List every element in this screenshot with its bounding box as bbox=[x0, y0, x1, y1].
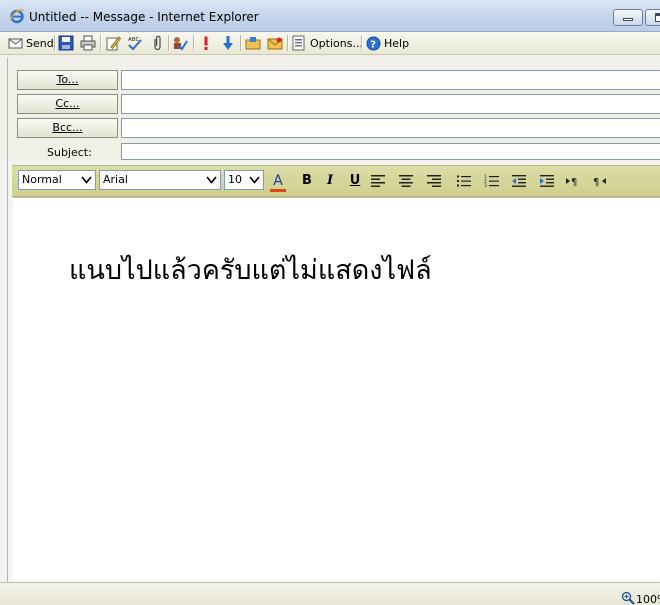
align-left-icon[interactable] bbox=[370, 174, 386, 188]
toolbar-separator bbox=[168, 35, 170, 51]
spellcheck-icon[interactable]: ABC bbox=[127, 35, 143, 51]
importance-low-icon[interactable] bbox=[220, 35, 236, 51]
font-color-swatch bbox=[270, 189, 286, 192]
zoom-level[interactable]: 100% bbox=[636, 593, 660, 605]
options-button[interactable]: Options... bbox=[292, 34, 363, 52]
send-icon bbox=[8, 38, 23, 49]
paragraph-style-value: Normal bbox=[22, 173, 62, 186]
font-size-select[interactable]: 10 bbox=[224, 170, 264, 190]
format-toolbar: Normal Arial 10 A B I U 1 2 3 ¶ ¶ bbox=[12, 165, 660, 197]
send-label: Send bbox=[26, 36, 54, 50]
address-book-icon[interactable] bbox=[245, 35, 261, 51]
bold-button[interactable]: B bbox=[297, 172, 317, 190]
bcc-button[interactable]: Bcc... bbox=[17, 118, 118, 138]
svg-text:3: 3 bbox=[484, 183, 487, 188]
toolbar-separator bbox=[287, 35, 289, 51]
save-icon[interactable] bbox=[58, 35, 74, 51]
toolbar-separator bbox=[100, 35, 102, 51]
cc-button[interactable]: Cc... bbox=[17, 94, 118, 114]
maximize-button[interactable] bbox=[645, 9, 660, 26]
rtl-direction-icon[interactable]: ¶ bbox=[592, 174, 608, 188]
chevron-down-icon bbox=[81, 176, 92, 184]
increase-indent-icon[interactable] bbox=[539, 174, 555, 188]
print-icon[interactable] bbox=[80, 35, 96, 51]
to-label: To... bbox=[56, 73, 79, 86]
options-label: Options... bbox=[310, 36, 363, 50]
paragraph-style-select[interactable]: Normal bbox=[18, 170, 96, 190]
font-family-select[interactable]: Arial bbox=[99, 170, 221, 190]
internet-explorer-icon bbox=[9, 9, 25, 24]
help-button[interactable]: ? Help bbox=[366, 34, 409, 52]
svg-text:?: ? bbox=[370, 39, 376, 50]
underline-button[interactable]: U bbox=[345, 172, 365, 190]
window-title: Untitled -- Message - Internet Explorer bbox=[29, 10, 259, 24]
toolbar-separator bbox=[193, 35, 195, 51]
cc-label: Cc... bbox=[55, 97, 80, 110]
numbered-list-icon[interactable]: 1 2 3 bbox=[484, 174, 500, 188]
italic-button[interactable]: I bbox=[320, 172, 340, 190]
minimize-button[interactable] bbox=[613, 9, 643, 26]
message-body-text: แนบไปแล้วครับแต่ไม่แสดงไฟล์ bbox=[69, 255, 432, 286]
font-family-value: Arial bbox=[103, 173, 128, 186]
font-size-value: 10 bbox=[228, 173, 242, 186]
send-button[interactable]: Send bbox=[8, 34, 54, 52]
zoom-icon[interactable] bbox=[621, 591, 635, 605]
align-right-icon[interactable] bbox=[426, 174, 442, 188]
to-field[interactable] bbox=[121, 70, 660, 90]
maximize-icon bbox=[655, 13, 660, 22]
message-toolbar: Send ABC Options... ? Help bbox=[0, 32, 660, 55]
importance-high-icon[interactable] bbox=[198, 35, 214, 51]
options-icon bbox=[292, 35, 305, 51]
to-button[interactable]: To... bbox=[17, 70, 118, 90]
toolbar-separator bbox=[54, 35, 56, 51]
cc-field[interactable] bbox=[121, 94, 660, 114]
chevron-down-icon bbox=[206, 176, 217, 184]
message-window: Untitled -- Message - Internet Explorer … bbox=[0, 0, 660, 605]
bcc-field[interactable] bbox=[121, 118, 660, 138]
svg-text:¶: ¶ bbox=[571, 177, 577, 188]
envelope-icon[interactable] bbox=[267, 35, 283, 51]
toolbar-separator bbox=[361, 35, 363, 51]
attach-icon[interactable] bbox=[149, 35, 165, 51]
font-color-button[interactable]: A bbox=[268, 172, 288, 192]
minimize-icon bbox=[623, 18, 633, 21]
window-left-edge bbox=[7, 58, 8, 603]
svg-text:¶: ¶ bbox=[593, 177, 599, 188]
svg-text:ABC: ABC bbox=[128, 37, 139, 43]
chevron-down-icon bbox=[249, 176, 260, 184]
help-label: Help bbox=[384, 36, 410, 50]
check-names-icon[interactable] bbox=[172, 35, 188, 51]
decrease-indent-icon[interactable] bbox=[511, 174, 527, 188]
status-bar: 100% bbox=[0, 582, 660, 605]
message-body-editor[interactable]: แนบไปแล้วครับแต่ไม่แสดงไฟล์ bbox=[13, 197, 660, 582]
toolbar-separator bbox=[240, 35, 242, 51]
subject-field[interactable] bbox=[121, 143, 660, 160]
help-icon: ? bbox=[366, 36, 381, 50]
subject-label: Subject: bbox=[47, 146, 92, 159]
bcc-label: Bcc... bbox=[52, 121, 83, 134]
font-color-glyph: A bbox=[273, 173, 283, 189]
title-bar: Untitled -- Message - Internet Explorer bbox=[0, 0, 660, 32]
align-center-icon[interactable] bbox=[398, 174, 414, 188]
bullet-list-icon[interactable] bbox=[456, 174, 472, 188]
ltr-direction-icon[interactable]: ¶ bbox=[565, 174, 581, 188]
edit-icon[interactable] bbox=[105, 35, 121, 51]
